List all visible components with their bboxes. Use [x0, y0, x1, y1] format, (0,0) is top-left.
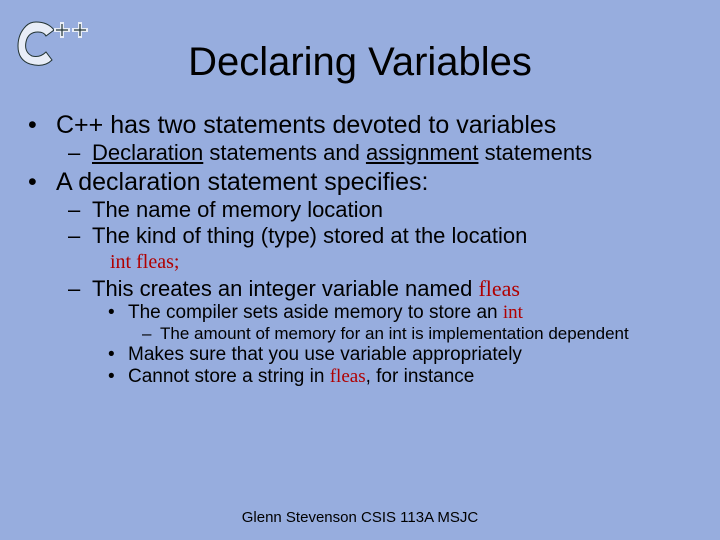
bullet-dot: •	[108, 302, 128, 324]
sub-bullet-text: Cannot store a string in fleas, for inst…	[128, 366, 474, 388]
bullet-text: C++ has two statements devoted to variab…	[56, 111, 556, 140]
bullet-text: A declaration statement specifies:	[56, 168, 428, 197]
slide-body: • C++ has two statements devoted to vari…	[0, 85, 720, 388]
bullet-dot: •	[108, 344, 128, 366]
dash-bullet: –	[68, 276, 92, 302]
bullet-dot: •	[28, 111, 56, 140]
footer-text: Glenn Stevenson CSIS 113A MSJC	[0, 509, 720, 526]
sub-bullet-text: Makes sure that you use variable appropr…	[128, 344, 522, 366]
sub-bullet-text: The compiler sets aside memory to store …	[128, 302, 523, 324]
slide-title: Declaring Variables	[0, 0, 720, 85]
sub-bullet-text: This creates an integer variable named f…	[92, 276, 520, 302]
bullet-dot: •	[108, 366, 128, 388]
dash-bullet: –	[68, 197, 92, 223]
cpp-logo-icon	[16, 16, 94, 68]
dash-bullet: –	[68, 140, 92, 166]
code-sample: int fleas;	[110, 251, 692, 274]
dash-bullet: –	[68, 223, 92, 249]
sub-bullet-text: The amount of memory for an int is imple…	[160, 324, 629, 344]
sub-bullet-text: The name of memory location	[92, 197, 383, 223]
sub-bullet-text: The kind of thing (type) stored at the l…	[92, 223, 527, 249]
dash-bullet: –	[142, 324, 160, 344]
bullet-dot: •	[28, 168, 56, 197]
sub-bullet-text: Declaration statements and assignment st…	[92, 140, 592, 166]
